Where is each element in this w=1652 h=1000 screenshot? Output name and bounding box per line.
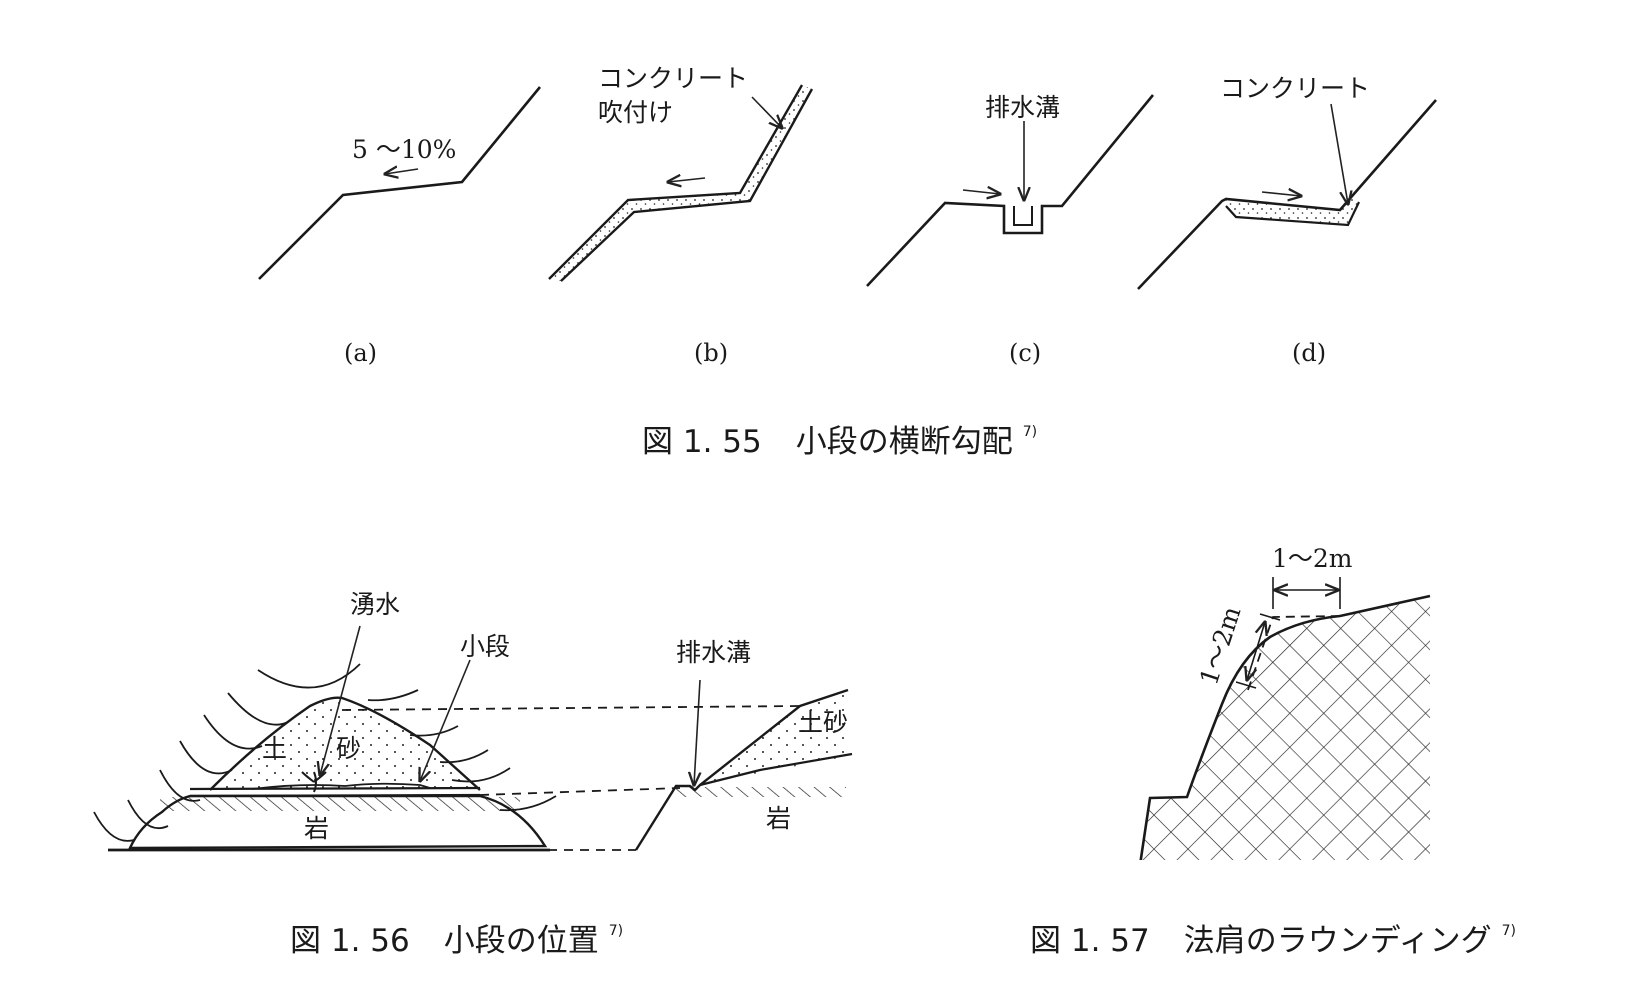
fig155-d-note: コンクリート xyxy=(1220,74,1371,103)
fig155-c-note: 排水溝 xyxy=(985,93,1061,122)
fig156-caption-title: 小段の位置 xyxy=(443,923,599,959)
fig157-caption-ref: 7) xyxy=(1501,923,1516,939)
fig156-soil-char1: 土 xyxy=(262,734,288,763)
fig155-c-slope-arrow xyxy=(962,190,1000,194)
diagram-canvas xyxy=(93,84,1472,900)
fig155-caption-number: 図 1. 55 xyxy=(642,424,762,460)
fig156-berm-label: 小段 xyxy=(460,632,511,661)
fig157-horizontal-label: 1〜2m xyxy=(1272,544,1353,573)
fig156-soil-right-label: 土砂 xyxy=(798,708,849,737)
fig155-c-profile xyxy=(866,94,1155,287)
fig155-a-slope-arrow xyxy=(385,169,419,174)
fig156-soil-char2: 砂 xyxy=(336,734,362,763)
fig155-b-label: (b) xyxy=(694,339,729,367)
fig156-ditch-leader xyxy=(694,679,700,785)
fig155-d-slope-arrow xyxy=(1261,192,1301,196)
fig155-caption-ref: 7) xyxy=(1022,424,1038,440)
fig157-horizontal-dimension xyxy=(1272,577,1341,609)
figure-page: 5 〜10% (a) コンクリート 吹付け (b) 排水溝 (c) コンクリート… xyxy=(0,0,1652,1000)
fig155-c-label: (c) xyxy=(1009,339,1042,367)
fig155-d-concrete-leader xyxy=(1330,103,1348,204)
fig155-a-label: (a) xyxy=(344,339,378,367)
fig155-b-note-line2: 吹付け xyxy=(598,98,674,127)
fig156-spring-label: 湧水 xyxy=(350,590,401,619)
fig155-a-slope-label: 5 〜10% xyxy=(352,135,457,164)
fig155-caption-title: 小段の横断勾配 xyxy=(795,424,1013,460)
fig156-ditch-label: 排水溝 xyxy=(676,638,752,667)
fig155-caption: 図 1. 55 小段の横断勾配 7) xyxy=(642,425,1037,458)
fig155-b-slope-arrow xyxy=(668,178,706,182)
fig157-caption: 図 1. 57 法肩のラウンディング 7) xyxy=(1030,924,1516,957)
fig156-rock-left-label: 岩 xyxy=(304,814,330,843)
fig157-caption-title: 法肩のラウンディング xyxy=(1183,923,1492,959)
fig156-caption-ref: 7) xyxy=(608,923,624,939)
fig156-caption: 図 1. 56 小段の位置 7) xyxy=(290,924,623,957)
fig155-b-concrete-leader xyxy=(751,96,782,128)
fig155-b-profile xyxy=(548,84,814,282)
fig155-b-note-line1: コンクリート xyxy=(598,64,749,93)
fig156-rock-right-label: 岩 xyxy=(766,804,792,833)
fig156-caption-number: 図 1. 56 xyxy=(290,923,410,959)
fig157-caption-number: 図 1. 57 xyxy=(1030,923,1150,959)
fig157-rounded-slope xyxy=(1100,580,1472,900)
fig155-a-profile xyxy=(258,86,542,280)
fig155-d-label: (d) xyxy=(1292,339,1327,367)
